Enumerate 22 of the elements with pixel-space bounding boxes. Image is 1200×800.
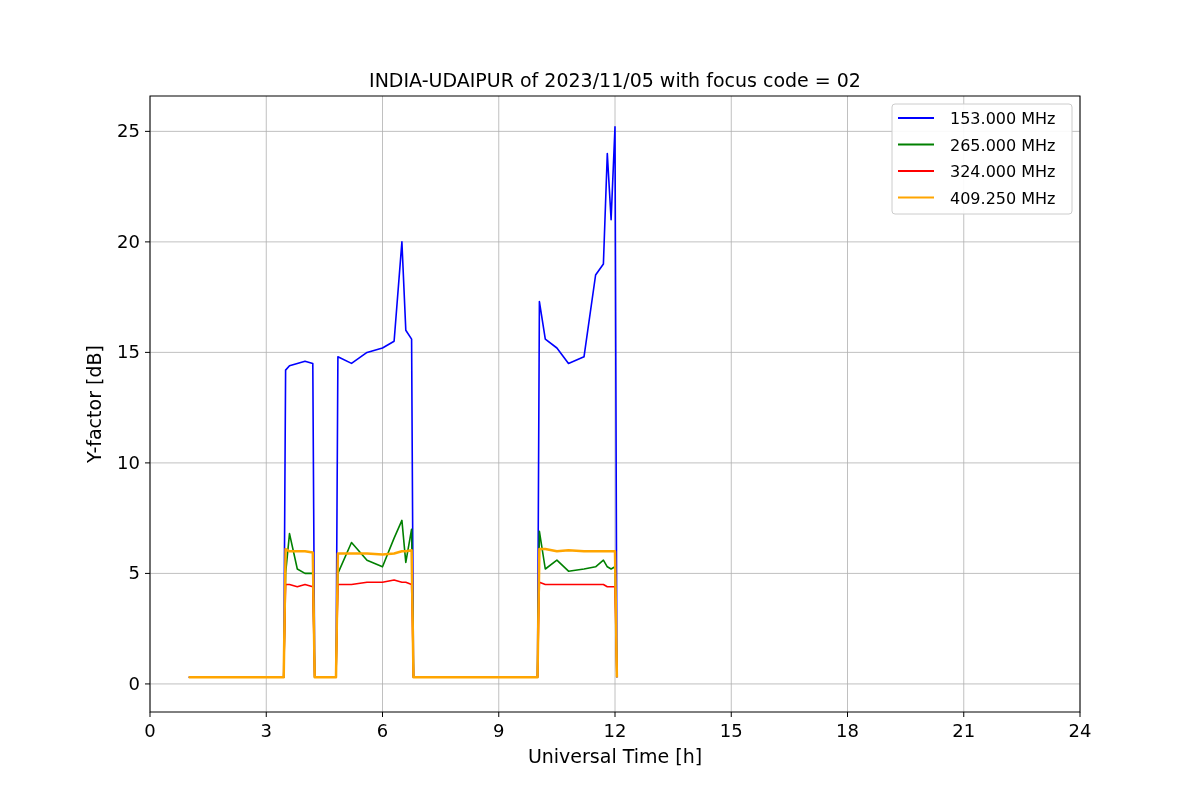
chart-title: INDIA-UDAIPUR of 2023/11/05 with focus code = 02 bbox=[369, 69, 861, 91]
y-tick-label: 5 bbox=[128, 562, 140, 584]
x-tick-label: 21 bbox=[952, 720, 976, 741]
x-tick-label: 6 bbox=[376, 720, 389, 741]
y-axis-label: Y-factor [dB] bbox=[83, 345, 105, 463]
y-tick-label: 20 bbox=[117, 230, 140, 252]
legend-label: 265.000 MHz bbox=[950, 135, 1056, 155]
x-tick-label: 18 bbox=[836, 720, 859, 741]
x-tick-label: 9 bbox=[493, 720, 505, 741]
y-tick-label: 0 bbox=[128, 672, 140, 694]
legend-label: 324.000 MHz bbox=[950, 162, 1056, 181]
x-tick-label: 15 bbox=[719, 720, 743, 741]
x-tick-label: 0 bbox=[144, 720, 156, 741]
x-axis-label: Universal Time [h] bbox=[527, 745, 703, 767]
y-tick-label: 10 bbox=[117, 451, 140, 473]
legend-label: 153.000 MHz bbox=[950, 109, 1056, 128]
y-tick-label: 15 bbox=[117, 341, 140, 363]
x-tick-label: 3 bbox=[260, 720, 272, 741]
x-tick-label: 24 bbox=[1068, 720, 1092, 741]
x-tick-label: 12 bbox=[603, 720, 627, 741]
legend-label: 409.250 MHz bbox=[950, 188, 1056, 208]
y-tick-label: 25 bbox=[117, 120, 140, 142]
